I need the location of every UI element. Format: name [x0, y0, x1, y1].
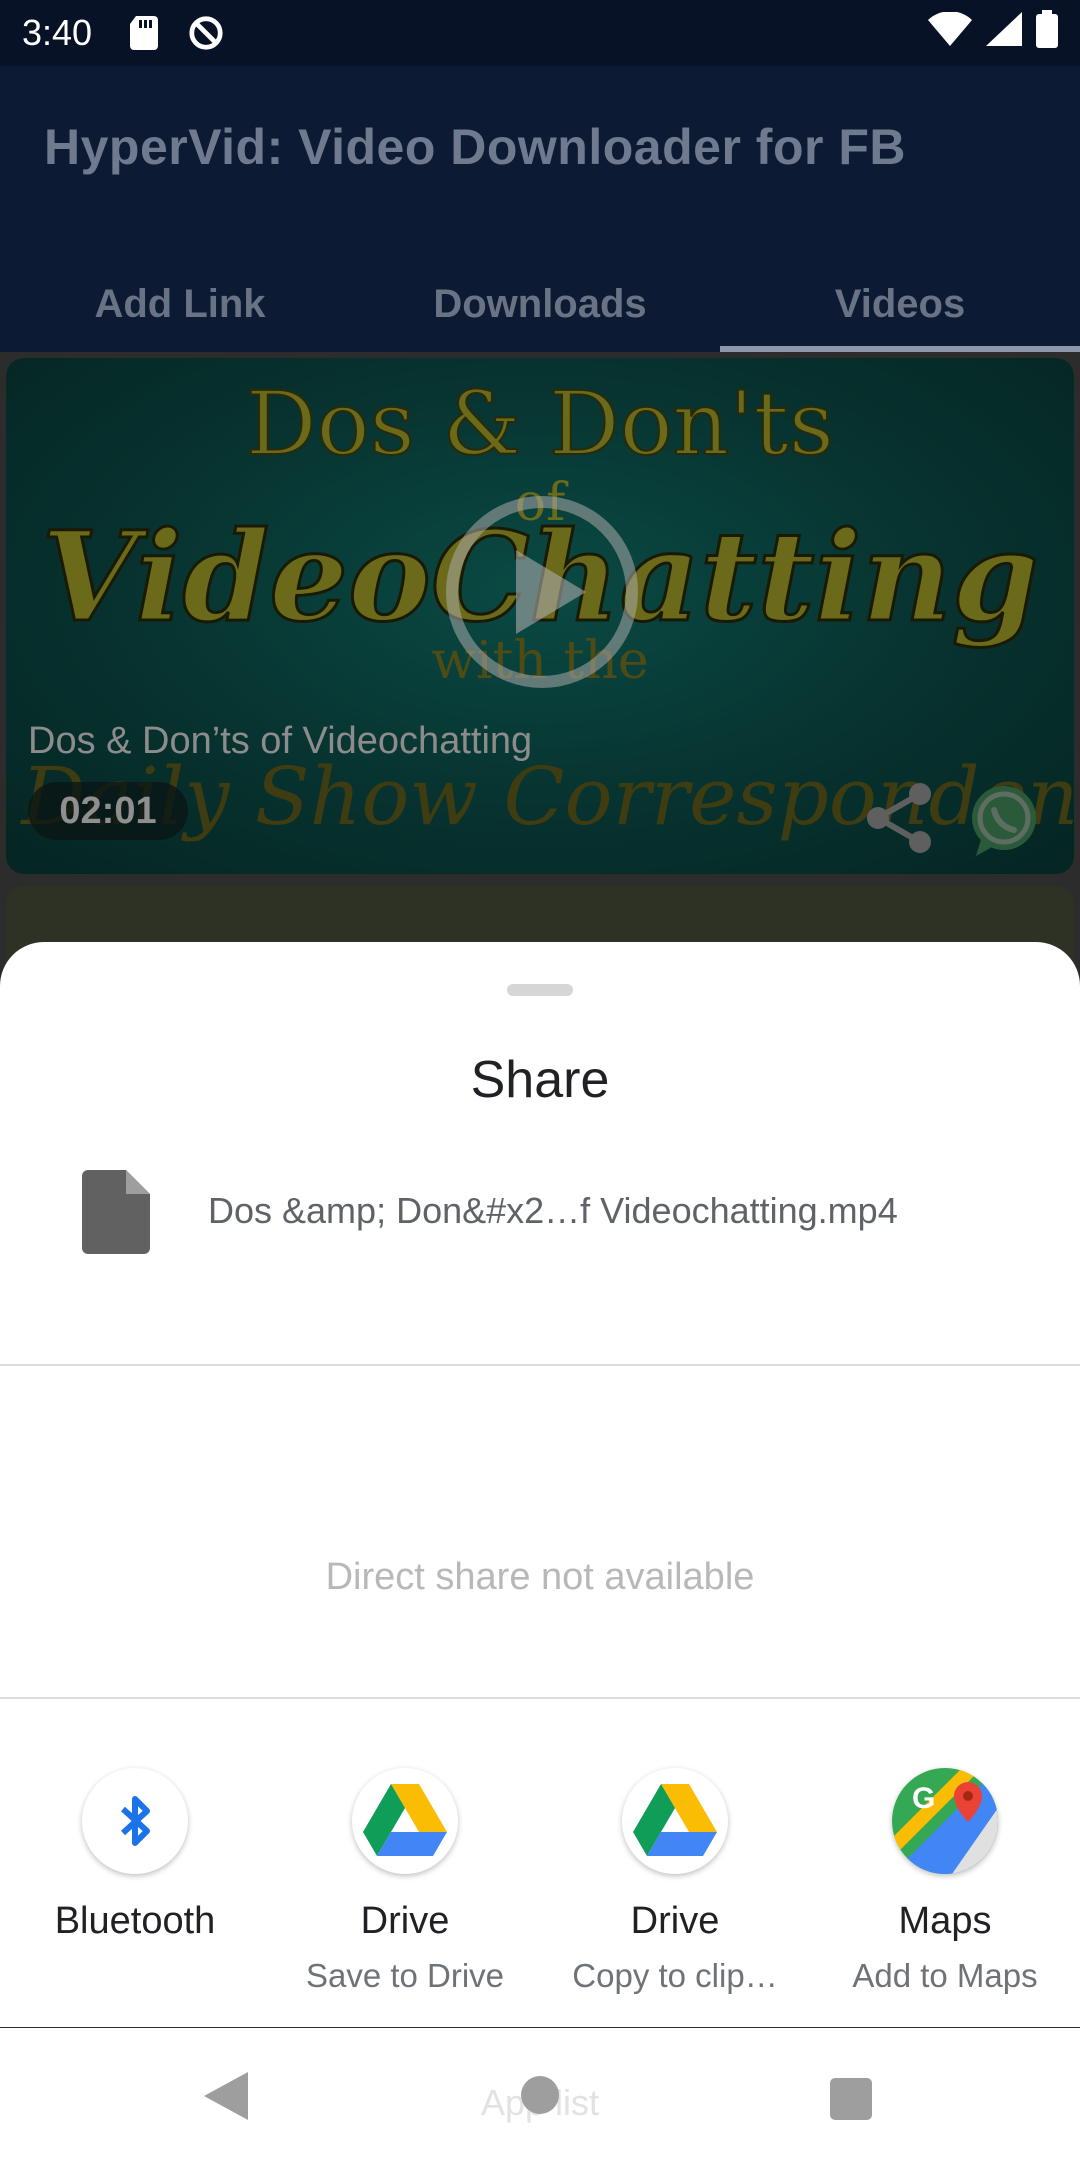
battery-icon	[1036, 9, 1058, 57]
sd-card-icon	[126, 15, 162, 51]
drive-icon	[352, 1768, 458, 1874]
share-title: Share	[470, 1051, 610, 1109]
maps-icon: G	[892, 1768, 998, 1874]
app-title: HyperVid: Video Downloader for FB	[44, 119, 906, 175]
navigation-bar: App list	[0, 2028, 1080, 2160]
share-targets: Bluetooth Drive Save to Drive Drive Copy…	[0, 1768, 1080, 2028]
app-bar: HyperVid: Video Downloader for FB Add Li…	[0, 66, 1080, 352]
tab-downloads[interactable]: Downloads	[360, 256, 720, 352]
recents-icon[interactable]	[830, 2078, 872, 2120]
play-icon	[516, 550, 586, 634]
share-target-label: Drive	[360, 1900, 450, 1942]
divider-top	[0, 1364, 1080, 1366]
video-duration: 02:01	[28, 782, 188, 840]
wifi-icon	[928, 10, 972, 55]
share-target-maps[interactable]: G Maps Add to Maps	[810, 1768, 1080, 2028]
shared-file-name: Dos &amp; Don&#x2…f Videochatting.mp4	[208, 1190, 898, 1231]
share-target-label: Drive	[630, 1900, 720, 1942]
home-icon[interactable]	[521, 2076, 559, 2114]
back-icon[interactable]	[204, 2072, 248, 2120]
share-target-drive-copy[interactable]: Drive Copy to clip…	[540, 1768, 810, 2028]
status-bar: 3:40	[0, 0, 1080, 66]
direct-share-message: Direct share not available	[325, 1556, 755, 1598]
file-icon	[82, 1170, 150, 1254]
video-title: Dos & Don’ts of Videochatting	[28, 720, 533, 762]
share-target-sub: Copy to clip…	[572, 1957, 778, 1994]
thumb-line-1: Dos & Don'ts	[246, 372, 834, 475]
tab-videos[interactable]: Videos	[720, 256, 1080, 352]
share-target-sub: Save to Drive	[305, 1957, 505, 1994]
share-target-label: Maps	[898, 1900, 992, 1942]
share-target-sub: Add to Maps	[852, 1957, 1038, 1994]
play-button[interactable]	[446, 496, 638, 688]
divider-bottom	[0, 1697, 1080, 1699]
signal-icon	[986, 11, 1022, 55]
share-target-drive-save[interactable]: Drive Save to Drive	[270, 1768, 540, 2028]
share-icon[interactable]	[864, 782, 936, 854]
bluetooth-icon	[82, 1768, 188, 1874]
vpn-icon	[188, 15, 224, 51]
svg-text:G: G	[912, 1782, 935, 1815]
drive-icon	[622, 1768, 728, 1874]
share-target-bluetooth[interactable]: Bluetooth	[0, 1768, 270, 2028]
sheet-drag-handle[interactable]	[507, 984, 573, 996]
share-target-label: Bluetooth	[54, 1900, 216, 1942]
video-card[interactable]: Dos & Don'ts of VideoChatting with the D…	[6, 358, 1074, 874]
shared-file-row: Dos &amp; Don&#x2…f Videochatting.mp4	[0, 1170, 1080, 1280]
status-time: 3:40	[22, 12, 93, 53]
tab-bar: Add Link Downloads Videos	[0, 256, 1080, 352]
whatsapp-icon[interactable]	[964, 782, 1040, 858]
tab-add-link[interactable]: Add Link	[0, 256, 360, 352]
